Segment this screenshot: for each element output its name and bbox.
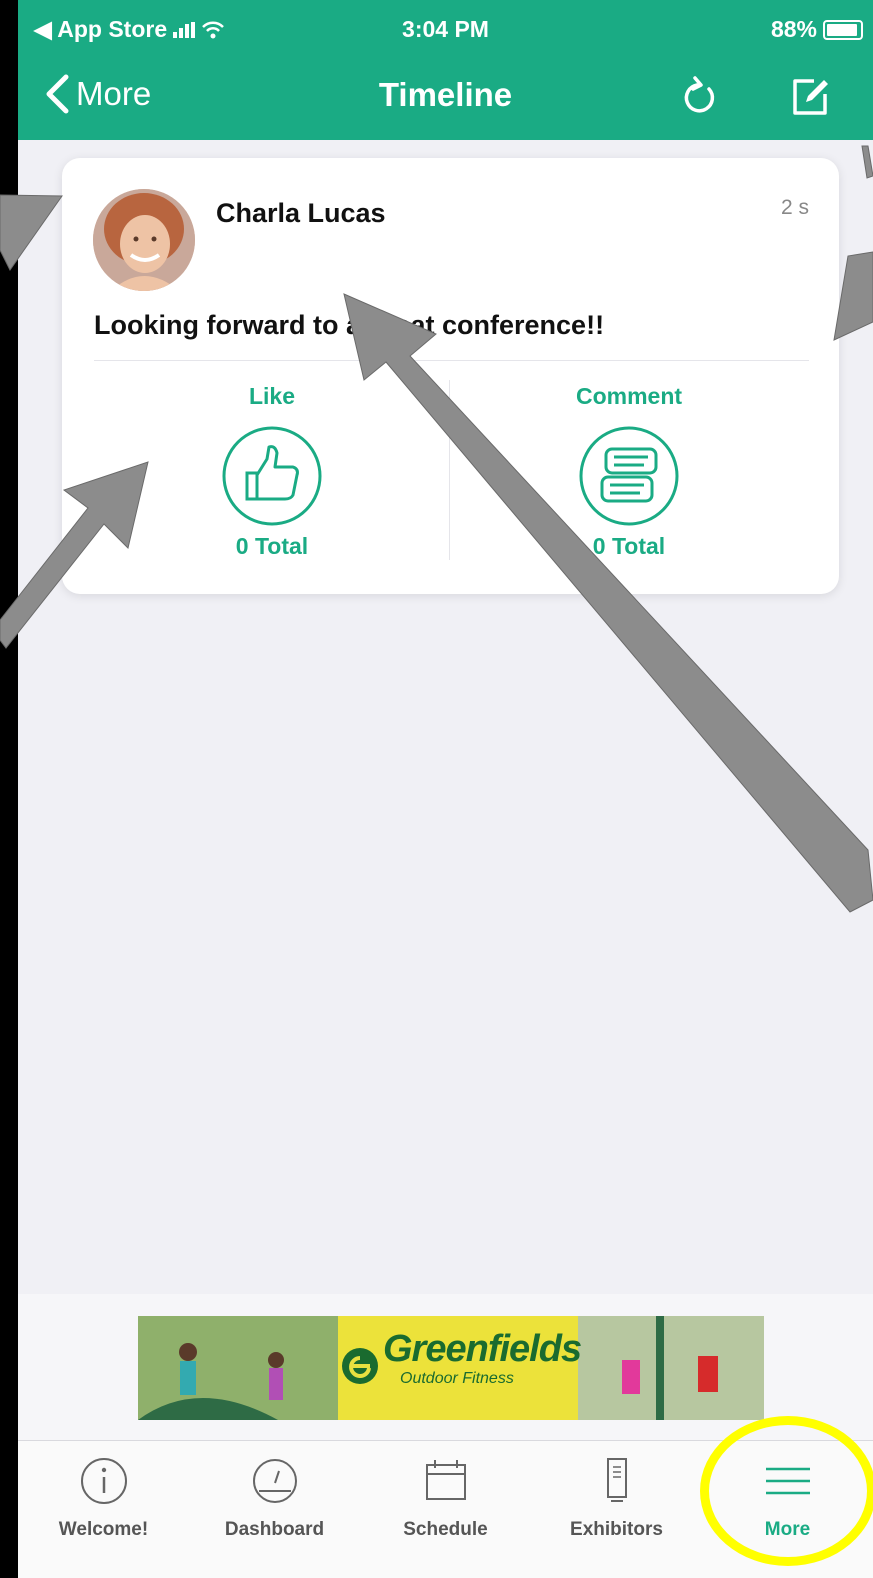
compose-icon[interactable] xyxy=(784,72,834,122)
info-icon xyxy=(80,1458,127,1504)
tab-label: Welcome! xyxy=(58,1519,149,1540)
page-title: Timeline xyxy=(378,76,513,113)
tab-dashboard[interactable]: Dashboard xyxy=(189,1441,360,1578)
tab-more[interactable]: More xyxy=(702,1441,873,1578)
like-button[interactable]: Like 0 Total xyxy=(142,383,402,560)
status-right: 88% xyxy=(771,16,863,43)
battery-percent: 88% xyxy=(770,16,817,42)
sponsor-tagline: Outdoor Fitness xyxy=(400,1370,514,1387)
tab-label: Exhibitors xyxy=(570,1519,663,1540)
timeline-post-card: Charla Lucas 2 s Looking forward to a gr… xyxy=(62,158,839,594)
like-label: Like xyxy=(248,383,296,409)
comment-label: Comment xyxy=(575,383,683,409)
post-text: Looking forward to a great conference!! xyxy=(94,310,605,340)
card-divider xyxy=(94,360,809,361)
comment-button[interactable]: Comment 0 Total xyxy=(499,383,759,560)
tab-schedule[interactable]: Schedule xyxy=(360,1441,531,1578)
dashboard-icon xyxy=(252,1459,297,1503)
tab-label: Dashboard xyxy=(224,1519,325,1540)
tab-welcome[interactable]: Welcome! xyxy=(18,1441,189,1578)
refresh-icon[interactable] xyxy=(676,72,726,122)
avatar[interactable] xyxy=(93,189,195,291)
status-bar: ◀ App Store 3:04 PM 88% xyxy=(18,0,873,58)
action-divider xyxy=(449,380,450,560)
nav-bar: More Timeline xyxy=(18,58,873,140)
sponsor-banner[interactable]: Greenfields Outdoor Fitness xyxy=(138,1316,764,1420)
tab-label: More xyxy=(764,1519,811,1540)
sponsor-brand: Greenfields xyxy=(383,1328,582,1370)
comment-icon xyxy=(579,426,679,526)
thumbs-up-icon xyxy=(222,426,322,526)
status-time: 3:04 PM xyxy=(402,16,489,42)
tab-bar: Welcome! Dashboard Schedule Exhibitors M… xyxy=(18,1440,873,1578)
tab-label: Schedule xyxy=(403,1519,488,1540)
booth-icon xyxy=(606,1458,627,1502)
tab-exhibitors[interactable]: Exhibitors xyxy=(531,1441,702,1578)
menu-icon xyxy=(765,1467,810,1495)
comment-count: 0 Total xyxy=(592,533,666,559)
avatar-photo xyxy=(93,189,195,291)
like-count: 0 Total xyxy=(235,533,309,559)
post-author[interactable]: Charla Lucas xyxy=(216,198,386,229)
app-screen: ◀ App Store 3:04 PM 88% More Timeline Ch… xyxy=(18,0,873,1578)
post-timestamp: 2 s xyxy=(780,196,809,219)
calendar-icon xyxy=(425,1460,466,1500)
battery-icon xyxy=(823,19,863,40)
ad-strip: Greenfields Outdoor Fitness xyxy=(18,1294,873,1440)
